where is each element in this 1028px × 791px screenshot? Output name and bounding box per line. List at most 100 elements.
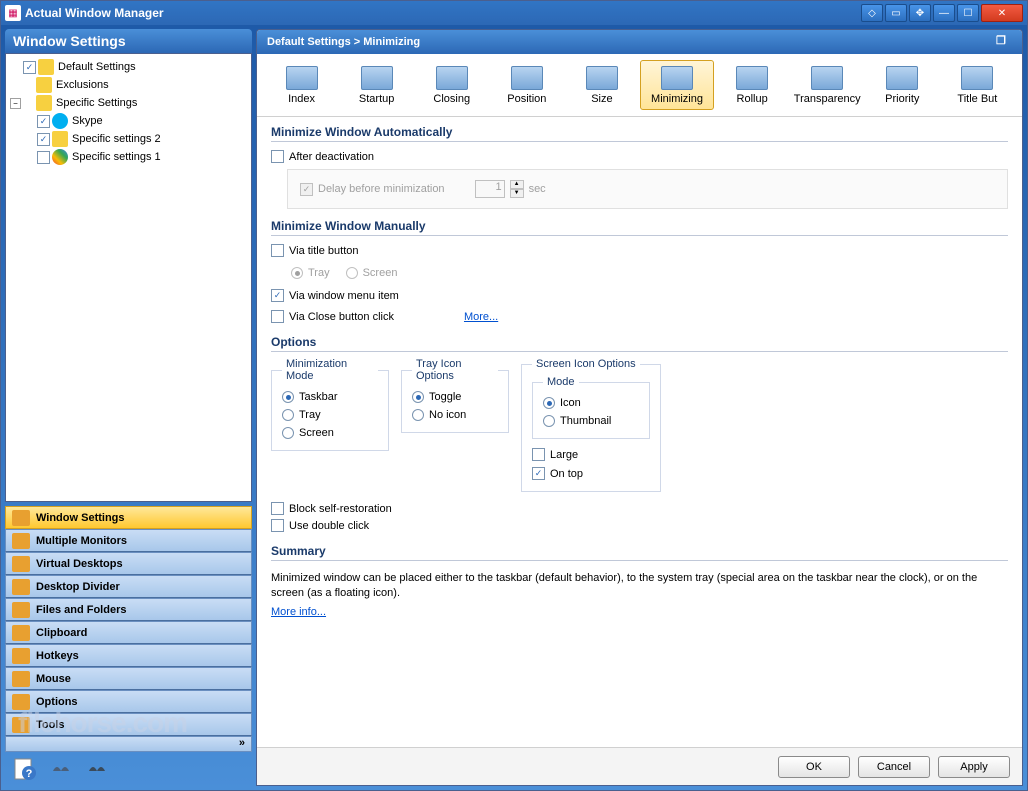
label-toggle: Toggle	[429, 391, 461, 403]
titlebar-buttons: ◇ ▭ ✥ — ☐ ✕	[861, 4, 1023, 22]
ok-button[interactable]: OK	[778, 756, 850, 778]
tool-label: Startup	[359, 93, 394, 105]
tool-size[interactable]: Size	[565, 60, 638, 110]
checkbox-via-title[interactable]	[271, 244, 284, 257]
tool-closing[interactable]: Closing	[415, 60, 488, 110]
tool-label: Position	[507, 93, 546, 105]
nav-files-folders[interactable]: Files and Folders	[5, 598, 252, 621]
footer-icon-2[interactable]	[49, 757, 73, 781]
tool-minimizing[interactable]: Minimizing	[640, 60, 713, 110]
more-info-link[interactable]: More info...	[271, 606, 326, 618]
tree-specific-settings[interactable]: − Specific Settings	[10, 94, 247, 112]
tree-collapse-icon[interactable]: −	[10, 98, 21, 109]
radio-screen	[346, 267, 358, 279]
tool-title-buttons[interactable]: Title But	[941, 60, 1014, 110]
nav-virtual-desktops[interactable]: Virtual Desktops	[5, 552, 252, 575]
nav-hotkeys[interactable]: Hotkeys	[5, 644, 252, 667]
tree-checkbox[interactable]: ✓	[37, 133, 50, 146]
nav-multiple-monitors[interactable]: Multiple Monitors	[5, 529, 252, 552]
breadcrumb-action-icon[interactable]: ❐	[996, 34, 1012, 50]
row-title-tray: Tray	[291, 265, 330, 281]
checkbox-large[interactable]	[532, 448, 545, 461]
size-icon	[586, 66, 618, 90]
checkbox-on-top[interactable]: ✓	[532, 467, 545, 480]
label-via-title: Via title button	[289, 245, 359, 257]
fieldset-screen-icon: Screen Icon Options Mode Icon Thumbnail …	[521, 358, 661, 492]
checkbox-block-self[interactable]	[271, 502, 284, 515]
tree-exclusions[interactable]: Exclusions	[10, 76, 247, 94]
tree-default-settings[interactable]: ✓ Default Settings	[10, 58, 247, 76]
nav-mouse[interactable]: Mouse	[5, 667, 252, 690]
hotkeys-icon	[12, 648, 30, 664]
extra-button-2[interactable]: ▭	[885, 4, 907, 22]
row-delay: ✓ Delay before minimization 1 ▲▼ sec	[300, 178, 995, 200]
tool-index[interactable]: Index	[265, 60, 338, 110]
row-screen: Screen	[282, 424, 378, 442]
nav-expand-button[interactable]: »	[5, 736, 252, 752]
tool-startup[interactable]: Startup	[340, 60, 413, 110]
delay-unit: sec	[529, 183, 546, 195]
tree-spacer	[23, 98, 34, 109]
radio-thumbnail[interactable]	[543, 415, 555, 427]
nav-label: Virtual Desktops	[36, 558, 123, 570]
tree-skype[interactable]: ✓ Skype	[10, 112, 247, 130]
minimize-button[interactable]: —	[933, 4, 955, 22]
radio-screen-mode[interactable]	[282, 427, 294, 439]
tool-rollup[interactable]: Rollup	[716, 60, 789, 110]
tree-specific-1[interactable]: Specific settings 1	[10, 148, 247, 166]
checkbox-via-menu[interactable]: ✓	[271, 289, 284, 302]
cancel-button[interactable]: Cancel	[858, 756, 930, 778]
tree-spacer	[24, 134, 35, 145]
tool-label: Priority	[885, 93, 919, 105]
help-icon[interactable]: ?	[13, 757, 37, 781]
tree-label: Specific Settings	[54, 97, 139, 109]
row-large: Large	[532, 445, 650, 464]
extra-button-3[interactable]: ✥	[909, 4, 931, 22]
summary-text: Minimized window can be placed either to…	[271, 567, 1008, 606]
apply-button[interactable]: Apply	[938, 756, 1010, 778]
extra-button-1[interactable]: ◇	[861, 4, 883, 22]
nav-clipboard[interactable]: Clipboard	[5, 621, 252, 644]
tool-priority[interactable]: Priority	[866, 60, 939, 110]
checkbox-delay: ✓	[300, 183, 313, 196]
folder-icon	[36, 95, 52, 111]
label-large: Large	[550, 449, 578, 461]
nav-label: Desktop Divider	[36, 581, 120, 593]
main-area: Window Settings ✓ Default Settings Exclu…	[1, 25, 1027, 790]
tree-checkbox[interactable]	[37, 151, 50, 164]
tree-label: Default Settings	[56, 61, 138, 73]
tree-checkbox[interactable]: ✓	[23, 61, 36, 74]
tree-checkbox[interactable]: ✓	[37, 115, 50, 128]
tree-specific-2[interactable]: ✓ Specific settings 2	[10, 130, 247, 148]
nav-options[interactable]: Options	[5, 690, 252, 713]
nav-list: Window Settings Multiple Monitors Virtua…	[5, 506, 252, 752]
footer-icon-3[interactable]	[85, 757, 109, 781]
radio-tray-mode[interactable]	[282, 409, 294, 421]
breadcrumb: Default Settings > Minimizing ❐	[257, 30, 1022, 54]
radio-toggle[interactable]	[412, 391, 424, 403]
tool-transparency[interactable]: Transparency	[791, 60, 864, 110]
checkbox-after-deactivation[interactable]	[271, 150, 284, 163]
tool-position[interactable]: Position	[490, 60, 563, 110]
spin-down: ▼	[510, 189, 524, 198]
row-after-deactivation: After deactivation	[271, 148, 1008, 165]
label-tray: Tray	[308, 267, 330, 279]
transparency-icon	[811, 66, 843, 90]
maximize-button[interactable]: ☐	[957, 4, 979, 22]
window-icon	[52, 131, 68, 147]
nav-label: Hotkeys	[36, 650, 79, 662]
radio-icon[interactable]	[543, 397, 555, 409]
nav-tools[interactable]: Tools	[5, 713, 252, 736]
radio-no-icon[interactable]	[412, 409, 424, 421]
close-button[interactable]: ✕	[981, 4, 1023, 22]
nav-window-settings[interactable]: Window Settings	[5, 506, 252, 529]
nav-desktop-divider[interactable]: Desktop Divider	[5, 575, 252, 598]
more-link[interactable]: More...	[464, 311, 498, 323]
radio-taskbar[interactable]	[282, 391, 294, 403]
window-title: Actual Window Manager	[25, 6, 861, 20]
checkbox-use-double[interactable]	[271, 519, 284, 532]
files-icon	[12, 602, 30, 618]
label-thumbnail: Thumbnail	[560, 415, 611, 427]
checkbox-via-close[interactable]	[271, 310, 284, 323]
minimizing-icon	[661, 66, 693, 90]
